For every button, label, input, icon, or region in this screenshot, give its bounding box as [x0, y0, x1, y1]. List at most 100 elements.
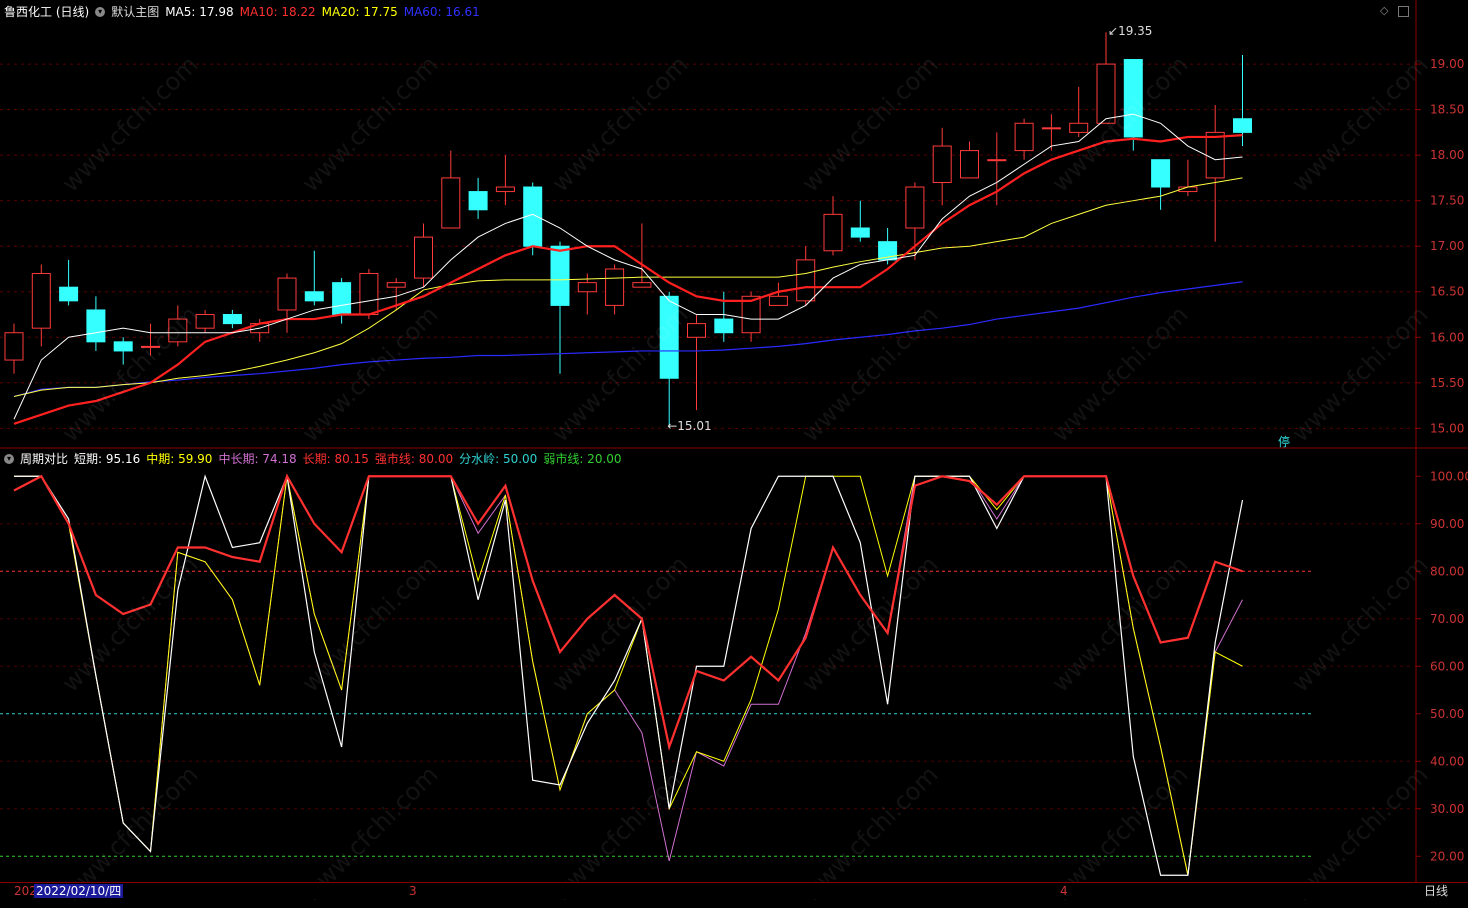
candle-body-down [59, 286, 79, 302]
low-price-label: ←15.01 [667, 419, 712, 434]
candle-body-up [905, 186, 925, 229]
candle-body-up [1014, 122, 1034, 152]
watershed-label: 分水岭: 50.00 [459, 452, 538, 466]
cursor-date: 2022/02/10/四 [34, 884, 124, 898]
sub-tick-label: 50.00 [1430, 707, 1464, 721]
candle-body-up [31, 273, 51, 329]
candle-body-up [687, 323, 706, 338]
candle [960, 141, 979, 179]
indicator-title[interactable]: 周期对比 [20, 450, 68, 467]
candle [495, 155, 515, 206]
candle-body-up [195, 314, 215, 329]
sub-settings-dot-icon[interactable]: ▾ [4, 453, 14, 464]
sub-tick-label: 80.00 [1430, 564, 1464, 578]
mid-term-label: 中期: 59.90 [146, 452, 213, 466]
candle-body-up [386, 282, 406, 288]
candle [4, 323, 24, 374]
candle [796, 246, 816, 306]
main-tick-label: 18.50 [1430, 103, 1464, 117]
sub-tick-label: 100.00 [1430, 469, 1468, 483]
candle [823, 196, 843, 256]
candle [141, 323, 160, 356]
candle [59, 259, 79, 306]
stock-title[interactable]: 鲁西化工 (日线) [4, 3, 89, 20]
ma60-label: MA60: 16.61 [403, 4, 480, 19]
sub-tick-label: 30.00 [1430, 802, 1464, 816]
candle-body-down [1151, 159, 1171, 188]
ma60-line [13, 281, 1243, 398]
candle-body-up [1069, 122, 1089, 133]
candle [523, 182, 543, 256]
candle-body-up [960, 150, 979, 179]
window-toggle-icon[interactable] [1398, 6, 1409, 17]
candle [195, 309, 215, 333]
candle-body-up [577, 282, 597, 293]
candle [905, 182, 925, 260]
candle [1205, 105, 1225, 242]
period-compare-plot [13, 473, 1244, 876]
candle-body-down [850, 227, 870, 238]
candle-body-up [4, 332, 24, 361]
candle [441, 150, 461, 229]
strong-line-label: 强市线: 80.00 [374, 452, 454, 466]
main-tick-label: 17.50 [1430, 194, 1464, 208]
candle-body-up [605, 268, 625, 306]
ma10-label: MA10: 18.22 [239, 4, 316, 19]
month-label-3: 3 [409, 884, 417, 898]
main-header: 鲁西化工 (日线) ▾ 默认主图 MA5: 17.98 MA10: 18.22 … [4, 3, 480, 20]
long-term-label: 长期: 80.15 [302, 452, 369, 466]
candle [1151, 159, 1171, 210]
candle-body-down [304, 291, 324, 302]
candle-body-down [659, 295, 679, 379]
series-line-中期 [14, 475, 1243, 876]
candle [659, 291, 679, 428]
candle [1069, 86, 1089, 137]
candle [1096, 32, 1116, 124]
main-tick-label: 16.00 [1430, 330, 1464, 344]
candle [168, 305, 188, 347]
candle-body-up [987, 159, 1007, 162]
candlestick-plot [4, 32, 1252, 428]
candle [86, 296, 106, 351]
candle [850, 200, 870, 242]
main-tick-label: 15.50 [1430, 376, 1464, 390]
ma20-line [13, 177, 1243, 397]
candle-body-up [932, 145, 952, 183]
candle [1123, 59, 1143, 151]
candle-body-down [113, 341, 133, 352]
candle-body-down [222, 314, 242, 325]
ma5-line [13, 113, 1243, 420]
candle-body-up [768, 295, 788, 306]
main-tick-label: 19.00 [1430, 57, 1464, 71]
candle-body-up [441, 177, 461, 229]
candle-body-up [632, 282, 652, 288]
settings-dot-icon[interactable]: ▾ [95, 6, 106, 17]
sub-tick-label: 60.00 [1430, 659, 1464, 673]
short-term-label: 短期: 95.16 [74, 452, 141, 466]
candle [1178, 159, 1198, 197]
candle-body-up [141, 345, 160, 348]
candle-body-down [714, 318, 734, 334]
series-line-中长期 [14, 475, 1243, 876]
candle-body-down [1123, 59, 1143, 138]
ma20-label: MA20: 17.75 [321, 4, 398, 19]
main-tick-label: 17.00 [1430, 239, 1464, 253]
mid-long-term-label: 中长期: 74.18 [218, 452, 297, 466]
suspend-badge: 停 [1278, 435, 1291, 449]
candle-body-up [1205, 131, 1225, 179]
weak-line-label: 弱市线: 20.00 [543, 452, 622, 466]
candle [277, 273, 297, 333]
time-axis-bar: 202 2022/02/10/四 3 4 日线 [0, 882, 1468, 899]
diamond-icon[interactable]: ◇ [1380, 4, 1388, 17]
sub-tick-label: 70.00 [1430, 612, 1464, 626]
candle [304, 250, 324, 306]
candle [1233, 54, 1252, 147]
candle-body-up [823, 213, 843, 252]
sub-tick-label: 40.00 [1430, 754, 1464, 768]
period-tab-daily[interactable]: 日线 [1424, 884, 1448, 898]
high-price-label: ↙19.35 [1108, 24, 1153, 39]
candle [1014, 118, 1034, 160]
template-name[interactable]: 默认主图 [111, 3, 159, 20]
high-price-value: 19.35 [1118, 24, 1153, 39]
candle-body-up [414, 236, 433, 279]
